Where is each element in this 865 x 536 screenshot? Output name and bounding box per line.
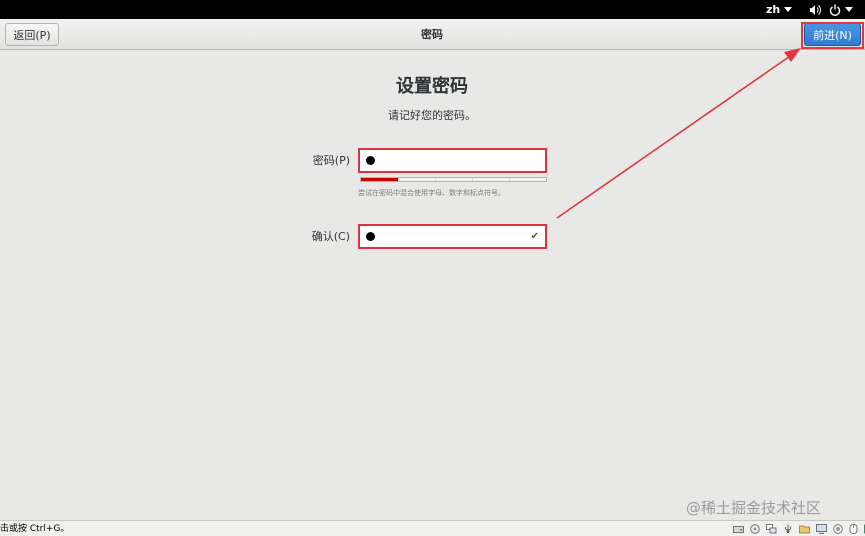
password-hint: 尝试在密码中混合使用字母、数字和标点符号。 (358, 189, 505, 197)
annotation-arrow-head (784, 48, 801, 62)
password-label: 密码(P) (312, 154, 350, 167)
system-menu-caret-icon[interactable] (845, 7, 853, 12)
confirm-password-field[interactable]: ✔ (358, 224, 547, 249)
header-title: 密码 (421, 28, 443, 41)
next-button[interactable]: 前进(N) (804, 23, 861, 46)
display-icon[interactable] (816, 524, 827, 534)
strength-bar-fill (361, 178, 398, 181)
language-label: zh (766, 3, 781, 16)
status-text: 击或按 Ctrl+G。 (0, 524, 70, 534)
password-mask-dot (366, 156, 375, 165)
language-menu[interactable]: zh (766, 2, 793, 17)
password-strength-bar (360, 177, 547, 182)
system-tray[interactable] (809, 2, 853, 17)
header-bar: 返回(P) 密码 前进(N) (0, 19, 865, 50)
power-icon[interactable] (829, 4, 841, 16)
mouse-icon[interactable] (849, 524, 858, 534)
strength-bar-segment (398, 178, 435, 181)
strength-bar-segment (509, 178, 546, 181)
page-title: 设置密码 (396, 76, 468, 97)
shared-folder-icon[interactable] (799, 524, 810, 534)
page-subtitle: 请记好您的密码。 (388, 109, 476, 122)
cd-icon[interactable] (750, 524, 760, 534)
watermark: @稀土掘金技术社区 (686, 499, 822, 517)
volume-icon[interactable] (809, 4, 821, 16)
back-button[interactable]: 返回(P) (5, 23, 59, 46)
confirm-label: 确认(C) (311, 230, 350, 243)
checkmark-icon: ✔ (530, 231, 539, 242)
network-icon[interactable] (766, 524, 777, 534)
chevron-down-icon (784, 7, 793, 12)
top-bar: zh (0, 0, 865, 19)
record-icon[interactable] (833, 524, 843, 534)
usb-icon[interactable] (783, 524, 793, 534)
password-field[interactable] (358, 148, 547, 173)
hdd-icon[interactable] (733, 524, 744, 534)
status-bar: 击或按 Ctrl+G。 (0, 520, 865, 536)
strength-bar-segment (472, 178, 509, 181)
annotation-arrow-line (556, 53, 794, 219)
confirm-mask-dot (366, 232, 375, 241)
strength-bar-segment (435, 178, 472, 181)
vm-tray (733, 523, 865, 535)
